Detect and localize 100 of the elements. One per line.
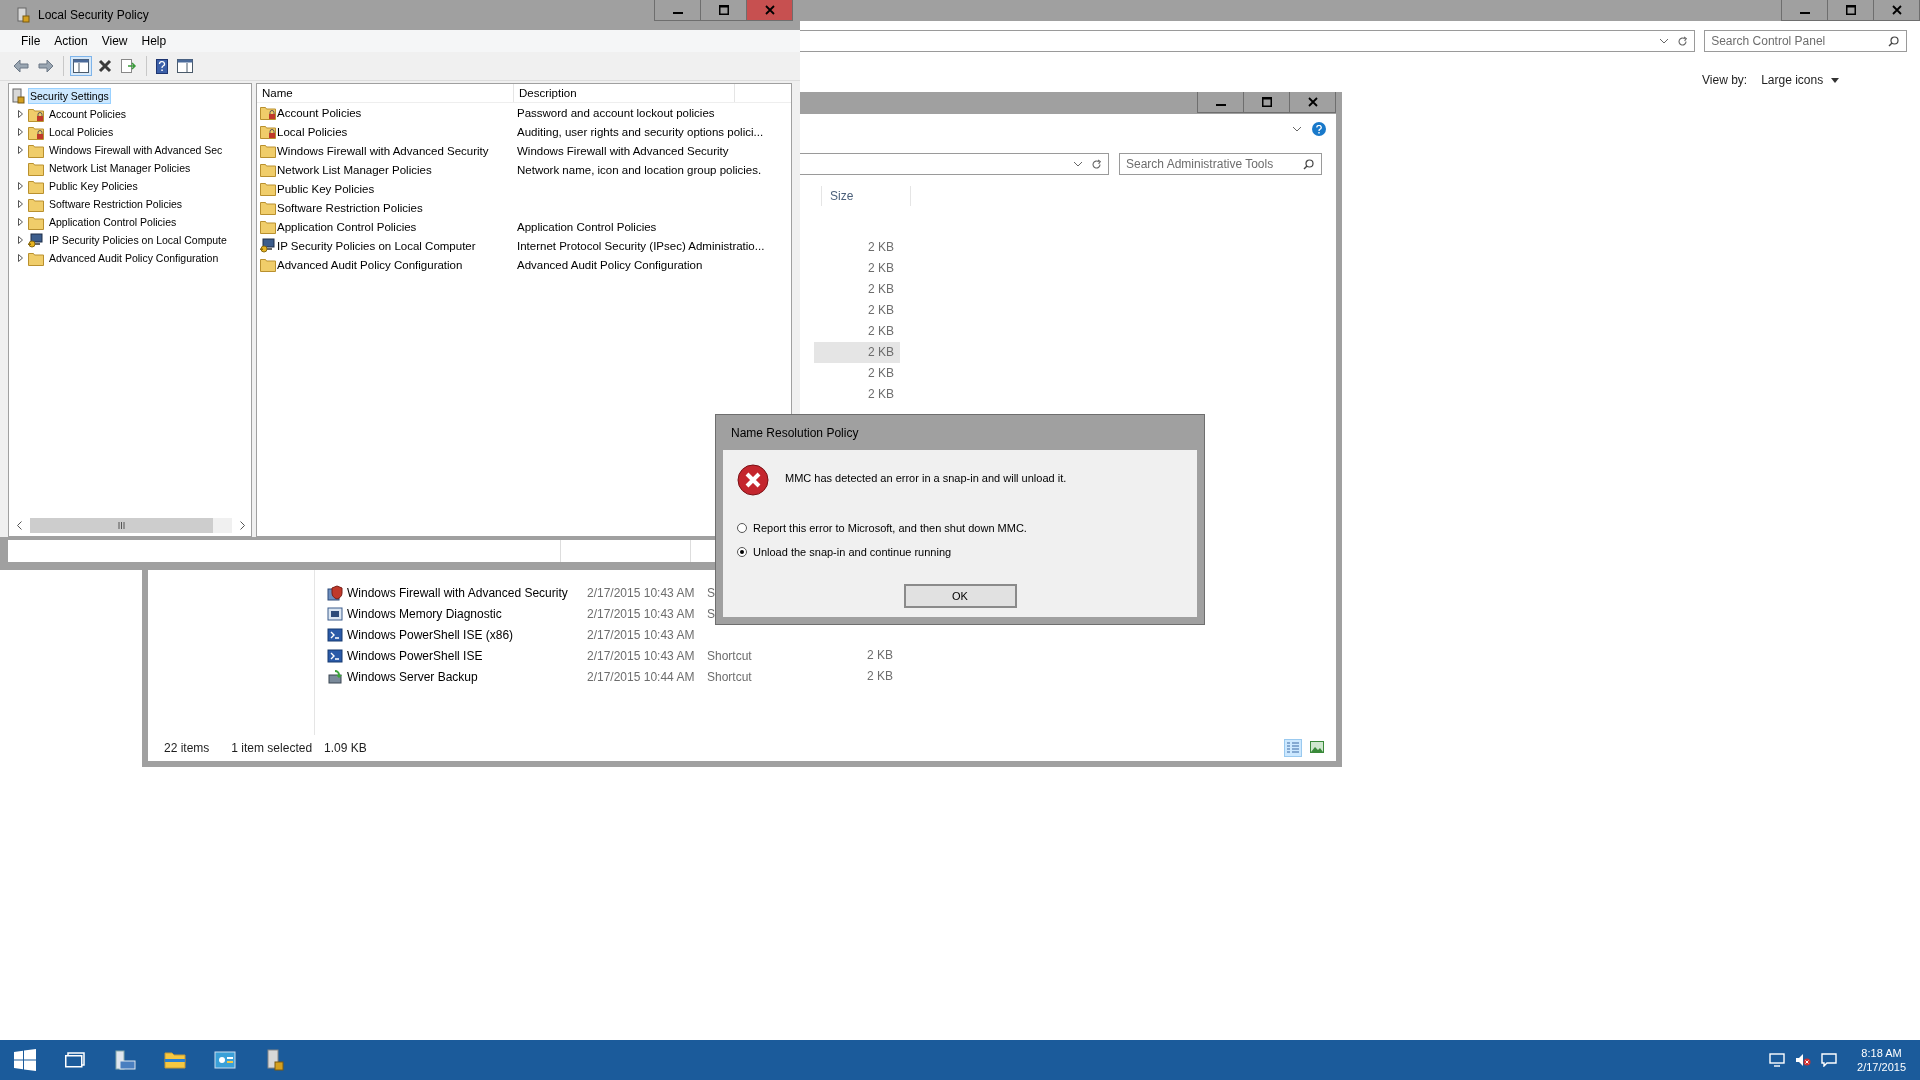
- control-panel-icon[interactable]: [214, 1051, 236, 1069]
- search-field[interactable]: Search Control Panel: [1704, 30, 1907, 52]
- type-cell-text: S: [707, 585, 716, 600]
- tree-item[interactable]: Advanced Audit Policy Configuration: [47, 250, 221, 266]
- close-button[interactable]: [746, 0, 793, 21]
- expand-arrow-icon[interactable]: [17, 200, 23, 208]
- volume-muted-icon[interactable]: [1795, 1053, 1812, 1067]
- dropdown-icon[interactable]: [1292, 126, 1302, 132]
- folder-icon[interactable]: [164, 1051, 186, 1069]
- selection-size: 1.09 KB: [324, 741, 367, 755]
- action-pane-button[interactable]: [174, 56, 196, 76]
- policy-description: Password and account lockout policies: [516, 106, 715, 119]
- clock-date[interactable]: 2/17/2015: [1857, 1060, 1906, 1074]
- policy-name[interactable]: Account Policies: [277, 106, 362, 119]
- search-field[interactable]: Search Administrative Tools: [1119, 153, 1322, 175]
- view-by-label: View by:: [1702, 73, 1748, 87]
- terminal-icon: [327, 626, 343, 643]
- policy-name[interactable]: IP Security Policies on Local Computer: [277, 239, 476, 252]
- scroll-thumb[interactable]: [30, 518, 213, 533]
- close-icon[interactable]: [1891, 5, 1902, 15]
- menu-item[interactable]: Action: [47, 32, 95, 50]
- server-manager-icon[interactable]: [114, 1049, 136, 1071]
- menu-item[interactable]: Help: [134, 32, 174, 50]
- computer-icon[interactable]: [1769, 1053, 1786, 1067]
- tree-item[interactable]: Local Policies: [47, 124, 116, 140]
- column-header[interactable]: Description: [514, 84, 735, 102]
- tree-item[interactable]: Software Restriction Policies: [47, 196, 185, 212]
- expand-arrow-icon[interactable]: [17, 236, 23, 244]
- tree-item[interactable]: Application Control Policies: [47, 214, 179, 230]
- search-icon[interactable]: [1888, 36, 1899, 47]
- tree-item[interactable]: Account Policies: [47, 106, 129, 122]
- file-name[interactable]: Windows PowerShell ISE (x86): [347, 627, 587, 642]
- size-cell[interactable]: 2 KB: [814, 321, 900, 342]
- backup-icon: [327, 668, 343, 685]
- size-cell[interactable]: 2 KB: [814, 258, 900, 279]
- policy-name[interactable]: Software Restriction Policies: [277, 201, 423, 214]
- dropdown-icon[interactable]: [1659, 38, 1670, 44]
- dialog-title: Name Resolution Policy: [731, 425, 859, 440]
- tree-item[interactable]: Network List Manager Policies: [47, 160, 193, 176]
- tree-item[interactable]: Security Settings: [28, 88, 111, 104]
- file-name[interactable]: Windows Memory Diagnostic: [347, 606, 587, 621]
- option-label[interactable]: Unload the snap-in and continue running: [753, 546, 952, 558]
- file-name[interactable]: Windows PowerShell ISE: [347, 648, 587, 663]
- security-policy-icon[interactable]: [266, 1049, 284, 1071]
- size-cell[interactable]: 2 KB: [814, 237, 900, 258]
- expand-arrow-icon[interactable]: [17, 110, 23, 118]
- size-cell[interactable]: 2 KB: [814, 279, 900, 300]
- refresh-icon[interactable]: [1677, 35, 1689, 47]
- expand-arrow-icon[interactable]: [17, 218, 23, 226]
- expand-arrow-icon[interactable]: [17, 254, 23, 262]
- size-cell[interactable]: 2 KB: [814, 300, 900, 321]
- radio-button[interactable]: [737, 547, 747, 557]
- windows-logo-icon[interactable]: [14, 1049, 36, 1071]
- tree-item[interactable]: Public Key Policies: [47, 178, 140, 194]
- folder-icon: [260, 219, 276, 234]
- menu-item[interactable]: File: [14, 32, 48, 50]
- policy-name[interactable]: Network List Manager Policies: [277, 163, 432, 176]
- refresh-icon[interactable]: [1091, 158, 1102, 170]
- dropdown-icon[interactable]: [1073, 161, 1083, 167]
- menu-item[interactable]: View: [94, 32, 135, 50]
- notification-icon[interactable]: [1821, 1053, 1838, 1067]
- tree-item[interactable]: Windows Firewall with Advanced Sec: [47, 142, 225, 158]
- maximize-icon[interactable]: [1845, 5, 1856, 15]
- date-cell-text: 2/17/2015 10:44 AM: [587, 669, 696, 684]
- policy-name[interactable]: Application Control Policies: [277, 220, 417, 233]
- policy-name[interactable]: Local Policies: [277, 125, 348, 138]
- help-icon[interactable]: [1312, 122, 1326, 136]
- column-header[interactable]: Name: [257, 84, 514, 102]
- maximize-icon[interactable]: [1261, 97, 1272, 107]
- console-tree-button[interactable]: [70, 56, 92, 76]
- clock-time[interactable]: 8:18 AM: [1861, 1046, 1902, 1060]
- expand-arrow-icon[interactable]: [17, 128, 23, 136]
- view-dropdown[interactable]: Large icons: [1761, 73, 1840, 87]
- locked-folder-icon: [260, 105, 276, 120]
- size-cell[interactable]: 2 KB: [814, 384, 900, 405]
- close-button[interactable]: [1873, 0, 1920, 21]
- caret-icon[interactable]: [1831, 77, 1840, 83]
- policy-name[interactable]: Public Key Policies: [277, 182, 375, 195]
- file-name[interactable]: Windows Firewall with Advanced Security: [347, 585, 587, 600]
- ok-button[interactable]: OK: [903, 584, 1017, 608]
- policy-name[interactable]: Windows Firewall with Advanced Security: [277, 144, 489, 157]
- close-icon[interactable]: [1307, 97, 1318, 107]
- close-icon[interactable]: [764, 5, 775, 15]
- task-view-icon[interactable]: [65, 1052, 85, 1068]
- expand-arrow-icon[interactable]: [17, 146, 23, 154]
- expand-arrow-icon[interactable]: [17, 182, 23, 190]
- size-cell[interactable]: 2 KB: [814, 363, 900, 384]
- policy-name[interactable]: Advanced Audit Policy Configuration: [277, 258, 463, 271]
- radio-button[interactable]: [737, 523, 747, 533]
- maximize-icon[interactable]: [718, 5, 729, 15]
- option-label[interactable]: Report this error to Microsoft, and then shut down MMC.: [753, 522, 1027, 534]
- column-header[interactable]: Size: [821, 186, 911, 206]
- search-icon[interactable]: [1303, 159, 1314, 170]
- tree-item[interactable]: IP Security Policies on Local Compute: [47, 232, 229, 248]
- size-cell[interactable]: 2 KB: [814, 342, 900, 363]
- close-button[interactable]: [1289, 92, 1336, 113]
- folder-icon: [260, 162, 276, 177]
- date-cell-text: 2/17/2015 10:43 AM: [587, 627, 696, 642]
- policy-description: Internet Protocol Security (IPsec) Administratio...: [516, 239, 765, 252]
- file-name[interactable]: Windows Server Backup: [347, 669, 587, 684]
